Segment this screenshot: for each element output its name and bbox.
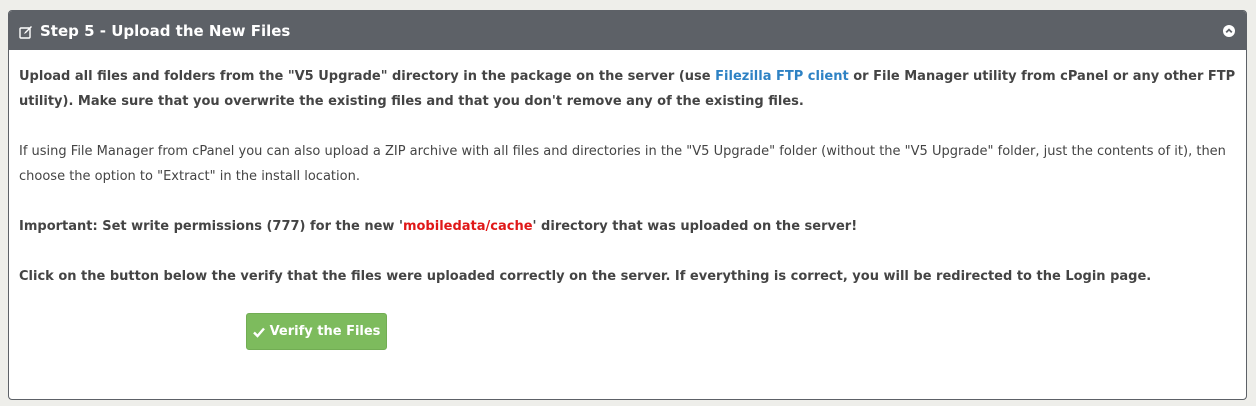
check-icon xyxy=(252,326,265,338)
zip-instructions: If using File Manager from cPanel you ca… xyxy=(19,144,1226,184)
permissions-text-1: Important: Set write permissions (777) f… xyxy=(19,219,403,234)
permissions-text-2: ' directory that was uploaded on the ser… xyxy=(532,219,858,234)
edit-icon xyxy=(19,24,33,39)
upload-instructions: Upload all files and folders from the "V… xyxy=(19,64,1236,114)
panel-title: Step 5 - Upload the New Files xyxy=(40,21,291,40)
permissions-note: Important: Set write permissions (777) f… xyxy=(19,214,1236,239)
verify-button-label: Verify the Files xyxy=(269,324,381,339)
step-panel: Step 5 - Upload the New Files Upload all… xyxy=(8,10,1247,400)
chevron-up-circle-icon[interactable] xyxy=(1223,22,1235,37)
upload-text-1: Upload all files and folders from the "V… xyxy=(19,69,716,84)
verify-instructions: Click on the button below the verify tha… xyxy=(19,269,1152,284)
filezilla-link[interactable]: Filezilla FTP client xyxy=(715,69,849,84)
panel-body: Upload all files and folders from the "V… xyxy=(9,50,1246,289)
panel-header: Step 5 - Upload the New Files xyxy=(9,11,1246,50)
cache-path: mobiledata/cache xyxy=(402,219,533,234)
verify-files-button[interactable]: Verify the Files xyxy=(246,313,387,350)
